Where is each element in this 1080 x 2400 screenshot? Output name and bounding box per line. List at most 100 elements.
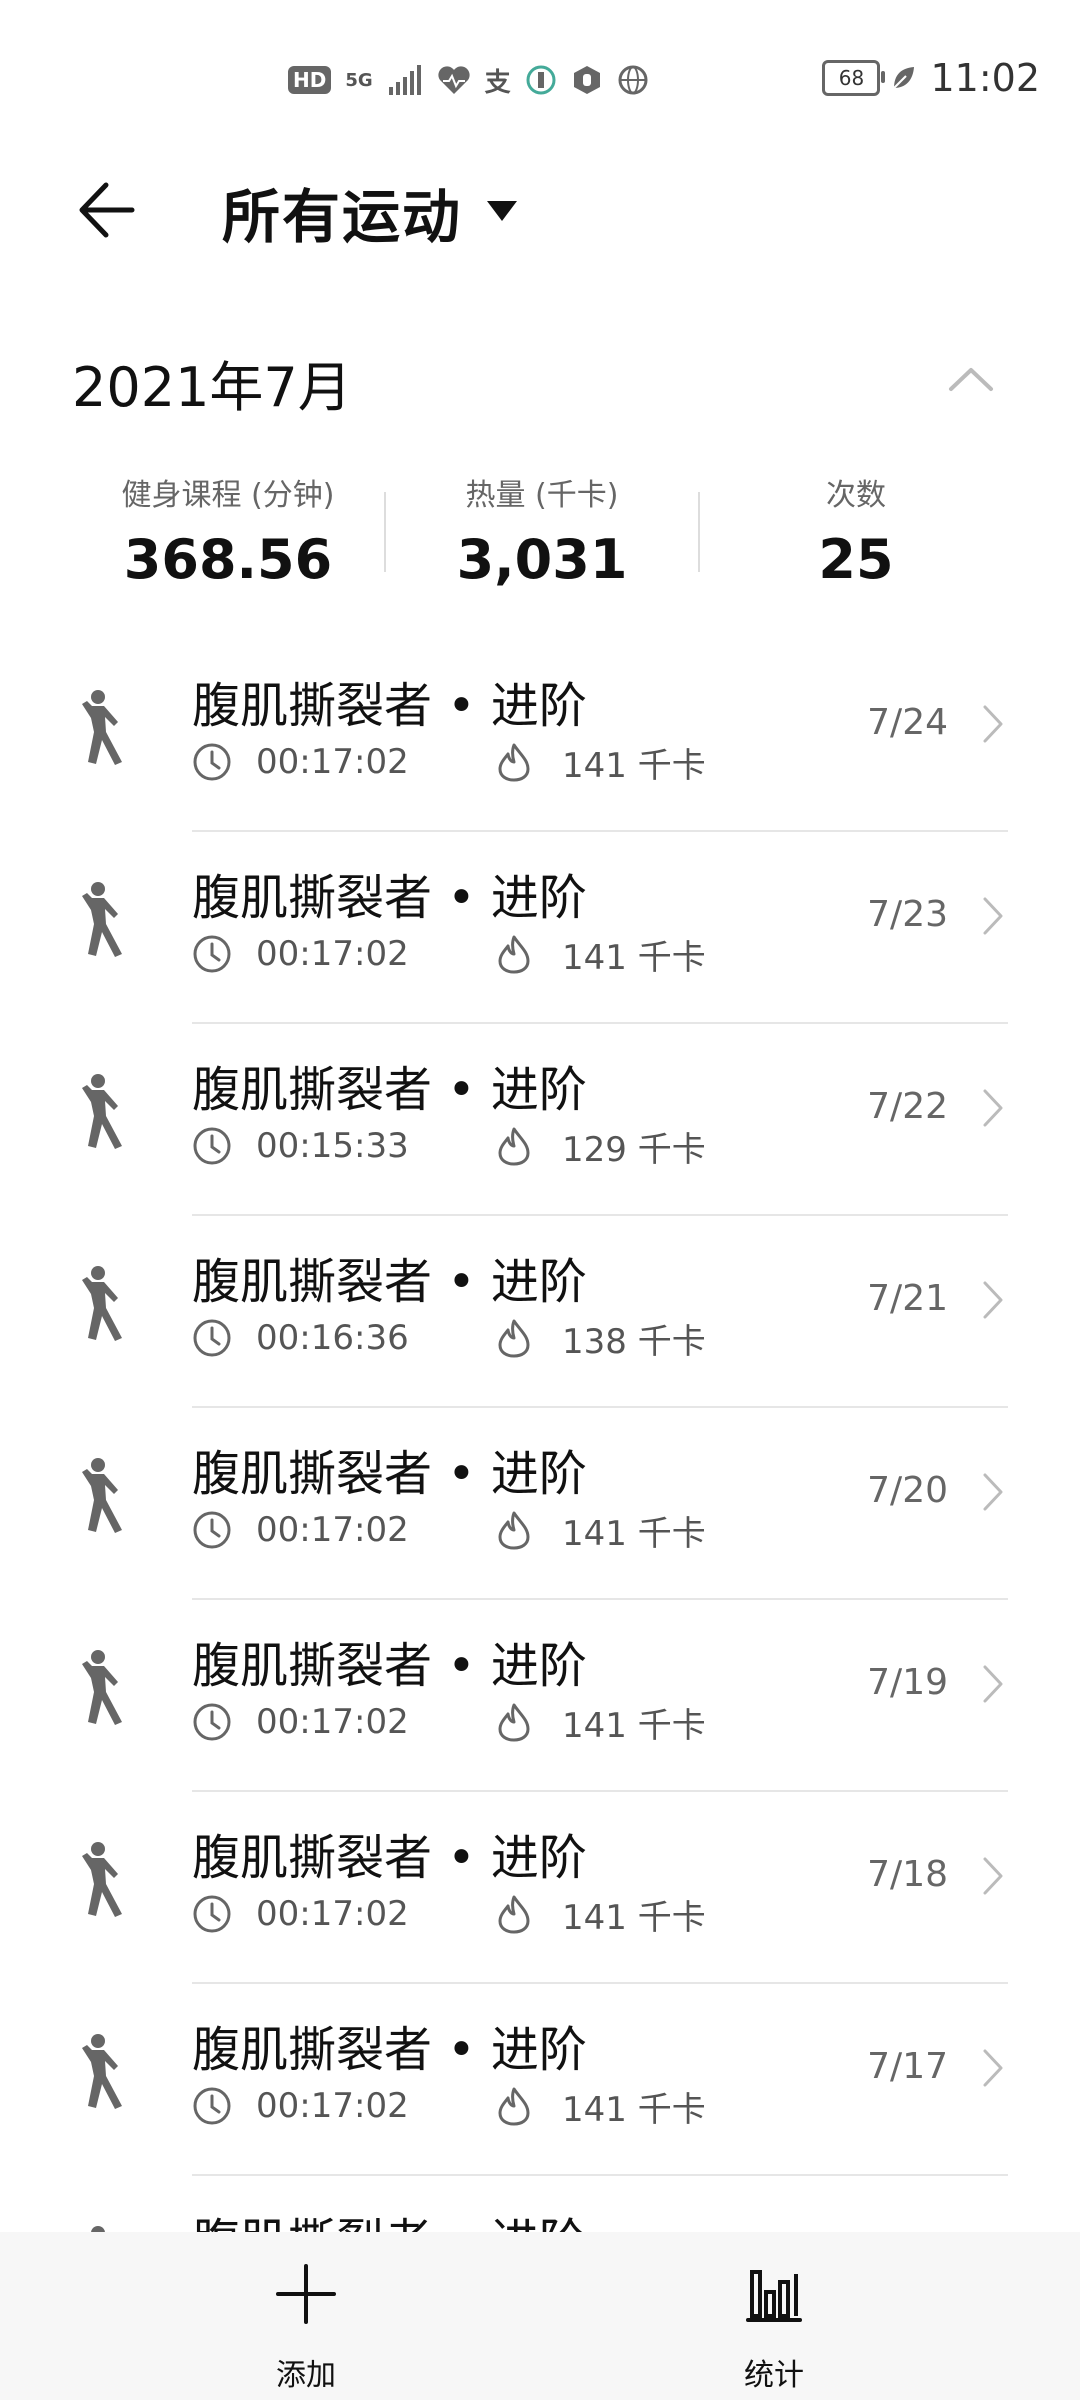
workout-date: 7/18 <box>867 1854 948 1895</box>
flame-icon <box>498 1127 530 1166</box>
workout-title: 腹肌撕裂者 • 进阶 <box>192 678 587 734</box>
workout-duration: 00:15:33 <box>256 1126 409 1166</box>
plus-icon <box>276 2264 336 2324</box>
page-title[interactable]: 所有运动 <box>222 170 462 254</box>
workout-row[interactable]: 腹肌撕裂者 • 进阶 00:17:02 141 千卡 7/23 <box>0 832 1080 1024</box>
status-bar: HD 5G 支 68 11:02 <box>0 0 1080 160</box>
header: 所有运动 <box>0 150 1080 270</box>
globe-icon <box>618 65 648 95</box>
clock-icon <box>193 1319 231 1357</box>
clock-time: 11:02 <box>930 56 1040 100</box>
stat-value: 3,031 <box>456 528 628 591</box>
workout-row[interactable]: 腹肌撕裂者 • 进阶 00:17:02 141 千卡 7/24 <box>0 640 1080 832</box>
chevron-right-icon <box>983 1089 1003 1127</box>
workout-duration: 00:17:02 <box>256 1894 409 1934</box>
clock-icon <box>193 1127 231 1165</box>
flame-icon <box>498 2087 530 2126</box>
workout-duration: 00:17:02 <box>256 1702 409 1742</box>
hand-icon <box>573 66 600 94</box>
workout-date: 7/23 <box>867 894 948 935</box>
fitness-figure-icon <box>82 1074 122 1149</box>
stat-count: 次数 25 <box>696 470 1016 591</box>
flame-icon <box>498 1319 530 1358</box>
chevron-right-icon <box>983 1473 1003 1511</box>
chevron-right-icon <box>983 897 1003 935</box>
add-label: 添加 <box>276 2358 336 2393</box>
workout-row[interactable]: 腹肌撕裂者 • 进阶 00:17:02 141 千卡 7/20 <box>0 1408 1080 1600</box>
workout-title: 腹肌撕裂者 • 进阶 <box>192 1254 587 1310</box>
workout-calories: 141 千卡 <box>562 937 706 978</box>
add-button[interactable]: 添加 <box>206 2232 406 2400</box>
workout-meta: 00:17:02 141 千卡 <box>192 740 706 786</box>
statistics-label: 统计 <box>744 2358 804 2393</box>
clock-icon <box>193 2087 231 2125</box>
workout-title: 腹肌撕裂者 • 进阶 <box>192 870 587 926</box>
workout-meta: 00:17:02 141 千卡 <box>192 932 706 978</box>
workout-calories: 141 千卡 <box>562 1705 706 1746</box>
dropdown-caret-icon[interactable] <box>484 198 520 224</box>
stat-value: 25 <box>818 528 894 591</box>
workout-title: 腹肌撕裂者 • 进阶 <box>192 1062 587 1118</box>
status-icons: HD 5G 支 <box>288 58 649 102</box>
workout-date: 7/17 <box>867 2046 948 2087</box>
clock-icon <box>193 743 231 781</box>
workout-title: 腹肌撕裂者 • 进阶 <box>192 1638 587 1694</box>
workout-title: 腹肌撕裂者 • 进阶 <box>192 1446 587 1502</box>
fitness-figure-icon <box>82 1650 122 1725</box>
bar-chart-icon <box>746 2270 802 2322</box>
workout-row[interactable]: 腹肌撕裂者 • 进阶 00:16:36 138 千卡 7/21 <box>0 1216 1080 1408</box>
workout-calories: 138 千卡 <box>562 1321 706 1362</box>
workout-meta: 00:17:02 141 千卡 <box>192 1700 706 1746</box>
back-arrow-icon[interactable] <box>70 175 150 245</box>
clock-icon <box>193 1511 231 1549</box>
month-stats: 健身课程 (分钟) 368.56 热量 (千卡) 3,031 次数 25 <box>0 470 1080 600</box>
workout-list: 腹肌撕裂者 • 进阶 00:17:02 141 千卡 7/24 腹肌撕裂者 • … <box>0 640 1080 2368</box>
leaf-icon <box>893 67 915 89</box>
month-label: 2021年7月 <box>72 356 352 419</box>
workout-duration: 00:16:36 <box>256 1318 409 1358</box>
workout-date: 7/21 <box>867 1278 948 1319</box>
workout-title: 腹肌撕裂者 • 进阶 <box>192 2022 587 2078</box>
workout-duration: 00:17:02 <box>256 2086 409 2126</box>
stat-label: 次数 <box>826 478 886 513</box>
fitness-figure-icon <box>82 1458 122 1533</box>
alipay-icon: 支 <box>484 67 511 98</box>
clock-icon <box>193 1895 231 1933</box>
chevron-right-icon <box>983 1857 1003 1895</box>
workout-meta: 00:15:33 129 千卡 <box>192 1124 706 1170</box>
workout-meta: 00:16:36 138 千卡 <box>192 1316 706 1362</box>
statistics-button[interactable]: 统计 <box>674 2232 874 2400</box>
battery-level: 68 <box>838 66 865 90</box>
workout-calories: 141 千卡 <box>562 1513 706 1554</box>
flame-icon <box>498 1895 530 1934</box>
workout-date: 7/20 <box>867 1470 948 1511</box>
clock-icon <box>193 935 231 973</box>
stat-calories: 热量 (千卡) 3,031 <box>382 470 702 591</box>
stat-value: 368.56 <box>123 528 333 591</box>
workout-row[interactable]: 腹肌撕裂者 • 进阶 00:15:33 129 千卡 7/22 <box>0 1024 1080 1216</box>
chevron-right-icon <box>983 705 1003 743</box>
workout-meta: 00:17:02 141 千卡 <box>192 2084 706 2130</box>
chevron-right-icon <box>983 1665 1003 1703</box>
flame-icon <box>498 1511 530 1550</box>
workout-calories: 141 千卡 <box>562 745 706 786</box>
workout-duration: 00:17:02 <box>256 1510 409 1550</box>
workout-title: 腹肌撕裂者 • 进阶 <box>192 1830 587 1886</box>
bottom-action-bar: 添加 统计 <box>0 2232 1080 2400</box>
workout-meta: 00:17:02 141 千卡 <box>192 1892 706 1938</box>
stat-duration: 健身课程 (分钟) 368.56 <box>68 470 388 591</box>
clock-icon <box>193 1703 231 1741</box>
chevron-right-icon <box>983 1281 1003 1319</box>
battery-icon: 68 <box>822 60 886 96</box>
fitness-figure-icon <box>82 1842 122 1917</box>
app-icon <box>526 65 556 95</box>
workout-row[interactable]: 腹肌撕裂者 • 进阶 00:17:02 141 千卡 7/18 <box>0 1792 1080 1984</box>
workout-date: 7/24 <box>867 702 948 743</box>
signal-icon <box>388 65 421 95</box>
workout-row[interactable]: 腹肌撕裂者 • 进阶 00:17:02 141 千卡 7/19 <box>0 1600 1080 1792</box>
workout-date: 7/19 <box>867 1662 948 1703</box>
collapse-chevron-icon[interactable] <box>946 364 996 394</box>
fitness-figure-icon <box>82 690 122 765</box>
workout-date: 7/22 <box>867 1086 948 1127</box>
workout-row[interactable]: 腹肌撕裂者 • 进阶 00:17:02 141 千卡 7/17 <box>0 1984 1080 2176</box>
